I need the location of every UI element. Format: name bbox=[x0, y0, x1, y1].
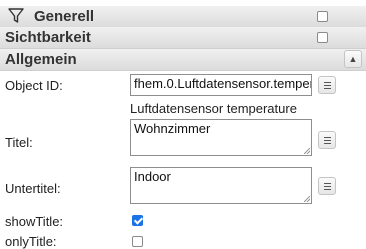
resize-grip-icon[interactable] bbox=[304, 148, 310, 154]
untertitel-value: Indoor bbox=[134, 169, 171, 184]
show-title-label: showTitle: bbox=[5, 214, 64, 229]
section-generell-checkbox[interactable] bbox=[317, 11, 328, 22]
chevron-up-icon: ▲ bbox=[348, 54, 358, 64]
object-id-label: Object ID: bbox=[5, 78, 63, 93]
show-title-checkbox[interactable] bbox=[132, 215, 143, 226]
list-icon bbox=[324, 137, 331, 144]
filter-icon bbox=[8, 8, 24, 29]
section-generell-title: Generell bbox=[34, 8, 95, 25]
resize-grip-icon[interactable] bbox=[304, 196, 310, 202]
titel-value: Wohnzimmer bbox=[134, 121, 211, 136]
section-sichtbarkeit-checkbox[interactable] bbox=[317, 32, 328, 43]
section-allgemein[interactable]: Allgemein ▲ bbox=[0, 49, 366, 71]
object-id-value: fhem.0.Luftdatensensor.temperature bbox=[134, 76, 312, 91]
list-icon bbox=[324, 82, 331, 89]
untertitel-select-button[interactable] bbox=[318, 177, 336, 195]
object-id-hint: Luftdatensensor temperature bbox=[130, 101, 297, 116]
section-sichtbarkeit[interactable]: Sichtbarkeit bbox=[0, 27, 366, 49]
only-title-checkbox[interactable] bbox=[132, 236, 143, 247]
section-sichtbarkeit-title: Sichtbarkeit bbox=[5, 29, 91, 46]
section-generell[interactable]: Generell bbox=[0, 6, 366, 28]
section-allgemein-title: Allgemein bbox=[5, 51, 77, 68]
untertitel-label: Untertitel: bbox=[5, 181, 61, 196]
collapse-button[interactable]: ▲ bbox=[344, 50, 362, 68]
titel-textarea[interactable]: Wohnzimmer bbox=[130, 119, 312, 156]
titel-label: Titel: bbox=[5, 135, 33, 150]
titel-select-button[interactable] bbox=[318, 131, 336, 149]
list-icon bbox=[324, 183, 331, 190]
object-id-input[interactable]: fhem.0.Luftdatensensor.temperature bbox=[130, 74, 312, 96]
untertitel-textarea[interactable]: Indoor bbox=[130, 167, 312, 204]
object-id-select-button[interactable] bbox=[318, 76, 336, 94]
